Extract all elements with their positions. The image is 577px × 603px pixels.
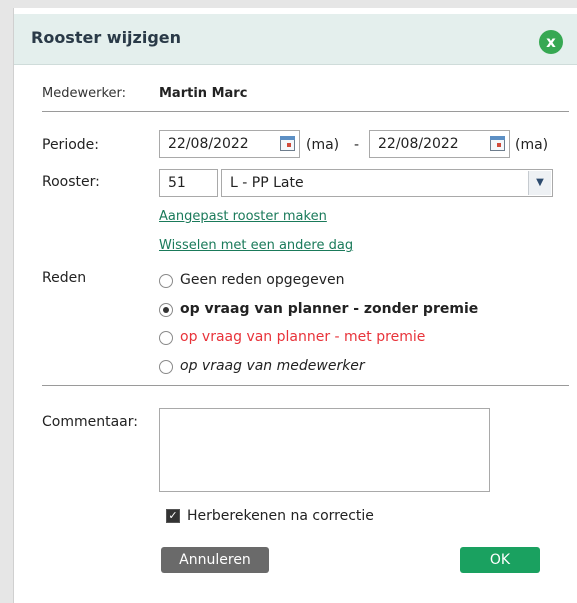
radio-button[interactable] bbox=[159, 331, 173, 345]
period-end-day: (ma) bbox=[515, 137, 549, 153]
reason-label: Reden bbox=[42, 270, 87, 286]
radio-button[interactable] bbox=[159, 360, 173, 374]
ok-button[interactable]: OK bbox=[460, 547, 540, 573]
reason-option-label: op vraag van medewerker bbox=[180, 358, 365, 374]
divider-bottom bbox=[42, 385, 569, 386]
chevron-down-icon: ▼ bbox=[528, 171, 551, 195]
period-separator: - bbox=[354, 137, 360, 153]
reason-option-label: op vraag van planner - zonder premie bbox=[180, 301, 479, 317]
calendar-icon[interactable] bbox=[280, 136, 295, 151]
comment-textarea[interactable] bbox=[159, 408, 490, 492]
period-start-input[interactable] bbox=[159, 130, 300, 158]
schedule-label: Rooster: bbox=[42, 174, 100, 190]
employee-name: Martin Marc bbox=[159, 86, 248, 101]
schedule-code-input[interactable] bbox=[159, 169, 218, 197]
reason-option-label: Geen reden opgegeven bbox=[180, 272, 345, 288]
radio-button[interactable] bbox=[159, 303, 173, 317]
custom-schedule-link[interactable]: Aangepast rooster maken bbox=[159, 209, 327, 224]
reason-option-label: op vraag van planner - met premie bbox=[180, 329, 426, 345]
period-label: Periode: bbox=[42, 137, 99, 153]
cancel-button[interactable]: Annuleren bbox=[161, 547, 269, 573]
close-icon[interactable]: x bbox=[539, 30, 563, 54]
calendar-icon[interactable] bbox=[490, 136, 505, 151]
schedule-selected-value: L - PP Late bbox=[230, 175, 304, 191]
schedule-select[interactable]: L - PP Late ▼ bbox=[221, 169, 553, 197]
radio-button[interactable] bbox=[159, 274, 173, 288]
recalc-checkbox[interactable]: ✓ bbox=[166, 509, 180, 523]
dialog-title: Rooster wijzigen bbox=[31, 28, 182, 47]
swap-day-link[interactable]: Wisselen met een andere dag bbox=[159, 238, 353, 253]
edit-schedule-dialog: Rooster wijzigen x Medewerker: Martin Ma… bbox=[13, 8, 577, 603]
period-end-input[interactable] bbox=[369, 130, 510, 158]
recalc-label: Herberekenen na correctie bbox=[187, 508, 374, 524]
dialog-header: Rooster wijzigen x bbox=[14, 14, 577, 65]
employee-label: Medewerker: bbox=[42, 86, 126, 101]
comment-label: Commentaar: bbox=[42, 414, 138, 430]
divider-top bbox=[42, 111, 569, 112]
period-start-day: (ma) bbox=[306, 137, 340, 153]
